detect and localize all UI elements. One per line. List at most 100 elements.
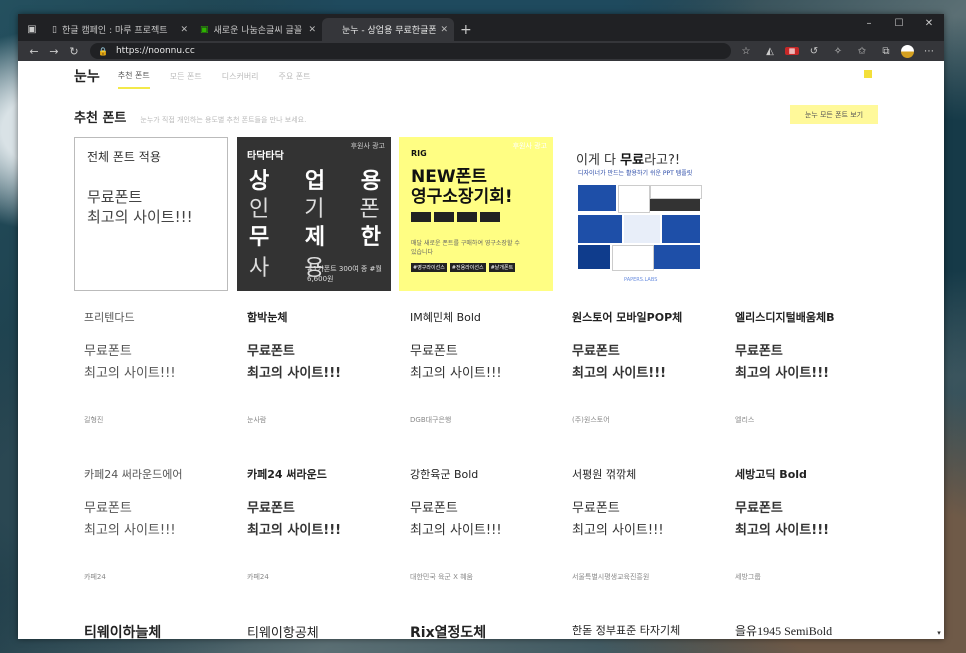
window-menu-icon[interactable]: ▣ [18,18,46,41]
maximize-button[interactable]: ☐ [884,14,914,32]
font-card[interactable]: IM혜민체 Bold 무료폰트 최고의 사이트!!! DGB대구은행 [410,309,560,425]
ad-price: #1가폰트 300여 종 #월6,600원 [307,265,382,283]
font-card[interactable]: 티웨이하늘체 [84,622,234,639]
reload-extension-icon[interactable]: ↺ [805,46,823,57]
close-window-button[interactable]: ✕ [914,14,944,32]
refresh-icon[interactable]: ↻ [64,45,84,58]
font-maker[interactable]: (주)원스토어 [572,415,722,425]
forward-icon[interactable]: → [44,45,64,58]
ad-brand: 타닥타닥 [247,151,284,162]
font-preview: 무료폰트최고의 사이트!!! [84,341,234,385]
font-card[interactable]: 강한육군 Bold 무료폰트 최고의 사이트!!! 대한민국 육군 X 혜움 [410,466,560,582]
section-header: 추천 폰트 눈누가 직접 개인하는 용도별 추천 폰트들을 만나 보세요. [74,107,306,126]
ad-tag: #영구라이선스 [411,263,447,272]
avatar[interactable] [901,44,914,58]
font-maker[interactable]: 카페24 [247,572,397,582]
font-name: 서평원 꺾깎체 [572,468,637,481]
font-preview: 무료폰트 최고의 사이트!!! [572,341,722,385]
font-name: 함박눈체 [247,311,288,324]
preview-line: 무료폰트 [410,344,458,359]
font-maker[interactable]: DGB대구은행 [410,415,560,425]
font-name: 티웨이항공체 [247,626,319,639]
font-card[interactable]: 을유1945 SemiBold [735,622,885,639]
font-card[interactable]: 함박눈체 무료폰트 최고의 사이트!!! 눈사람 [247,309,397,425]
site-logo[interactable]: 눈누 [74,66,100,86]
font-card[interactable]: 원스토어 모바일POP체 무료폰트 최고의 사이트!!! (주)원스토어 [572,309,722,425]
font-card[interactable]: 한돋 정부표준 타자기체 [572,622,722,638]
font-maker[interactable]: 엘리스 [735,415,885,425]
card-title: 전체 폰트 적용 [87,150,161,164]
puzzle-icon[interactable]: ✧ [829,46,847,57]
ad-bars [411,212,500,222]
ad-footer: PAPERS.LABS [624,277,658,283]
star-icon[interactable]: ☆ [737,46,755,57]
lock-icon: 🔒 [98,46,108,56]
ad-title-bold: 무료 [620,153,645,168]
ad-tag: #낱개폰트 [488,263,516,272]
font-card[interactable]: 엘리스디지털배움체B 무료폰트 최고의 사이트!!! 엘리스 [735,309,885,425]
font-maker[interactable]: 서울특별시평생교육진흥원 [572,572,722,582]
tab-naver[interactable]: ▣ 새로운 나눔손글씨 글꼴 - 네이버 ✕ [194,18,322,41]
ad-card-tadak[interactable]: 후원사 광고 타닥타닥 상 업 용 인 기 폰 트 무 제 한 사 용 #1가폰… [237,137,391,291]
ppt-thumb [650,199,700,211]
tab-close-icon[interactable]: ✕ [440,25,448,35]
font-card[interactable]: 프리텐다드 무료폰트 최고의 사이트!!! 길형진 [84,309,234,425]
apply-font-card[interactable]: 전체 폰트 적용 무료폰트 최고의 사이트!!! [74,137,228,291]
ad-headline-line: 영구소장기회! [411,187,513,207]
ad-card-rig[interactable]: 후원사 광고 RIG NEW폰트 영구소장기회! 매달 새로운 폰트를 구매하여… [399,137,553,291]
preview-line: 무료폰트 [410,501,458,516]
site-header: 눈누 추천 폰트 모든 폰트 디스커버리 주요 폰트 [18,61,944,91]
folder-icon[interactable] [864,70,872,78]
font-name: 한돋 정부표준 타자기체 [572,624,681,637]
menu-main-fonts[interactable]: 주요 폰트 [279,65,311,88]
font-maker[interactable]: 대한민국 육군 X 혜움 [410,572,560,582]
font-preview: 무료폰트 최고의 사이트!!! [84,498,234,542]
back-icon[interactable]: ← [24,45,44,58]
font-card[interactable]: 카페24 써라운드에어 무료폰트 최고의 사이트!!! 카페24 [84,466,234,582]
new-tab-button[interactable]: + [460,22,472,38]
font-preview: 무료폰트 최고의 사이트!!! [735,498,885,542]
font-card[interactable]: 세방고딕 Bold 무료폰트 최고의 사이트!!! 세방그룹 [735,466,885,582]
font-maker[interactable]: 카페24 [84,572,234,582]
scroll-down-icon[interactable]: ▾ [934,629,944,639]
font-maker[interactable]: 눈사람 [247,415,397,425]
font-card[interactable]: 카페24 써라운드 무료폰트 최고의 사이트!!! 카페24 [247,466,397,582]
font-card[interactable]: 서평원 꺾깎체 무료폰트 최고의 사이트!!! 서울특별시평생교육진흥원 [572,466,722,582]
tab-maru[interactable]: ▯ 한글 캠페인 : 마루 프로젝트 ✕ [46,18,194,41]
preview-line: 최고의 사이트!!! [572,366,667,381]
section-title: 추천 폰트 [74,111,127,126]
collections-icon[interactable]: ⧉ [877,46,895,57]
preview-line: 무료폰트 [735,344,783,359]
tab-close-icon[interactable]: ✕ [180,25,188,35]
ad-title: 이게 다 무료라고?! [576,149,680,168]
font-name: IM혜민체 Bold [410,311,481,324]
all-fonts-button[interactable]: 눈누 모든 폰트 보기 [790,105,878,124]
ppt-thumb [612,245,654,271]
ad-headline-line: NEW폰트 [411,167,487,187]
preview-line: 무료폰트 [84,344,132,359]
font-maker[interactable]: 길형진 [84,415,234,425]
card-preview: 무료폰트 최고의 사이트!!! [87,187,215,227]
favorites-icon[interactable]: ✩ [853,46,871,57]
ppt-thumb [618,185,650,213]
menu-discovery[interactable]: 디스커버리 [222,65,259,88]
window-controls: – ☐ ✕ [854,14,944,32]
font-card[interactable]: 티웨이항공체 [247,622,397,639]
red-extension-icon[interactable]: ▦ [785,47,799,55]
preview-line: 최고의 사이트!!! [84,366,176,381]
tab-noonnu[interactable]: 눈누 - 상업용 무료한글폰트 사이트 ✕ [322,18,454,41]
ppt-thumb [662,215,700,243]
extension-icon[interactable]: ◭ [761,46,779,57]
font-maker[interactable]: 세방그룹 [735,572,885,582]
naver-icon: ▣ [200,24,209,35]
preview-line: 최고의 사이트!!! [735,366,830,381]
menu-all-fonts[interactable]: 모든 폰트 [170,65,202,88]
menu-recommended[interactable]: 추천 폰트 [117,64,150,89]
tab-bar: ▣ ▯ 한글 캠페인 : 마루 프로젝트 ✕ ▣ 새로운 나눔손글씨 글꼴 - … [18,14,944,41]
ad-card-ppt[interactable]: 이게 다 무료라고?! 디자이너가 만드는 활용하기 쉬운 PPT 템플릿 PA… [562,137,716,291]
more-icon[interactable]: ⋯ [920,46,938,57]
url-field[interactable]: 🔒 https://noonnu.cc [90,43,731,59]
font-card[interactable]: Rix열정도체 [410,622,560,639]
minimize-button[interactable]: – [854,14,884,32]
tab-close-icon[interactable]: ✕ [308,25,316,35]
